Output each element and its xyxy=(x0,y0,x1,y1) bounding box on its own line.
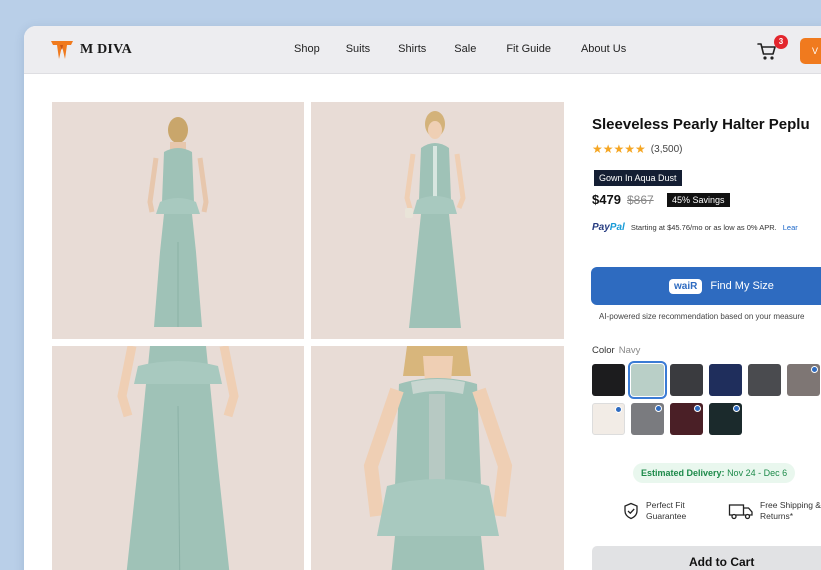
add-to-cart-button[interactable]: Add to Cart xyxy=(592,546,821,570)
wair-logo: waiR xyxy=(669,278,703,294)
product-rating[interactable]: ★★★★★ (3,500) xyxy=(592,142,682,156)
original-price: $867 xyxy=(627,193,654,207)
product-photo-back[interactable] xyxy=(52,102,304,339)
selected-color-name: Navy xyxy=(618,345,641,356)
color-swatch[interactable] xyxy=(709,403,742,435)
browser-window: M DIVA Shop Suits Shirts Sale Fit Guide … xyxy=(24,26,821,570)
product-photo-front[interactable] xyxy=(311,102,564,339)
cart-count-badge: 3 xyxy=(774,35,788,49)
feature-free-shipping: Free Shipping & Returns* xyxy=(728,500,821,522)
color-swatch[interactable] xyxy=(592,364,625,396)
savings-badge: 45% Savings xyxy=(667,193,730,207)
limited-edition-badge xyxy=(733,405,740,412)
color-swatch[interactable] xyxy=(670,364,703,396)
brand-logo[interactable]: M DIVA xyxy=(50,38,132,62)
color-swatch[interactable] xyxy=(748,364,781,396)
brand-name: M DIVA xyxy=(80,42,132,57)
product-photo-skirt-detail[interactable] xyxy=(52,346,304,570)
nav-suits[interactable]: Suits xyxy=(346,43,370,55)
paypal-logo: PayPal xyxy=(592,222,625,233)
variant-tag: Gown In Aqua Dust xyxy=(594,170,682,186)
shield-check-icon xyxy=(624,502,638,520)
header-action-button[interactable]: V xyxy=(800,38,821,64)
paypal-financing-text: Starting at $45.76/mo or as low as 0% AP… xyxy=(630,223,777,232)
gown-front-illustration xyxy=(311,102,564,339)
estimated-delivery: Estimated Delivery: Nov 24 - Dec 6 xyxy=(633,463,796,483)
nav-sale[interactable]: Sale xyxy=(454,43,476,55)
limited-edition-badge xyxy=(811,366,818,373)
color-swatch[interactable] xyxy=(592,403,625,435)
color-swatch[interactable] xyxy=(631,403,664,435)
color-swatch[interactable] xyxy=(628,361,667,399)
site-header: M DIVA Shop Suits Shirts Sale Fit Guide … xyxy=(24,26,821,74)
color-swatch[interactable] xyxy=(709,364,742,396)
gown-skirt-illustration xyxy=(52,346,304,570)
size-recommendation-note: AI-powered size recommendation based on … xyxy=(599,312,805,321)
find-my-size-label: Find My Size xyxy=(710,280,774,292)
color-swatch[interactable] xyxy=(787,364,820,396)
paypal-learn-more-link[interactable]: Lear xyxy=(783,223,798,232)
truck-icon xyxy=(728,504,753,520)
nav-shirts[interactable]: Shirts xyxy=(398,43,426,55)
limited-edition-badge xyxy=(694,405,701,412)
gown-bodice-illustration xyxy=(311,346,564,570)
nav-fit-guide[interactable]: Fit Guide xyxy=(506,43,551,55)
rating-count: (3,500) xyxy=(650,143,683,155)
paypal-financing: PayPal Starting at $45.76/mo or as low a… xyxy=(592,222,798,233)
color-swatch[interactable] xyxy=(670,403,703,435)
product-title: Sleeveless Pearly Halter Peplu xyxy=(592,116,810,133)
limited-edition-badge xyxy=(615,406,622,413)
main-nav: Shop Suits Shirts Sale Fit Guide About U… xyxy=(294,43,626,55)
star-rating-icons: ★★★★★ xyxy=(592,142,646,156)
nav-shop[interactable]: Shop xyxy=(294,43,320,55)
feature-perfect-fit: Perfect Fit Guarantee xyxy=(622,500,716,522)
brand-mark-icon xyxy=(51,41,73,59)
find-my-size-button[interactable]: waiR Find My Size xyxy=(591,267,821,305)
gown-back-illustration xyxy=(52,102,304,339)
limited-edition-badge xyxy=(655,405,662,412)
product-photo-bodice-detail[interactable] xyxy=(311,346,564,570)
current-price: $479 xyxy=(592,192,621,207)
nav-about-us[interactable]: About Us xyxy=(581,43,626,55)
color-selector-label: Color Navy xyxy=(592,345,641,356)
